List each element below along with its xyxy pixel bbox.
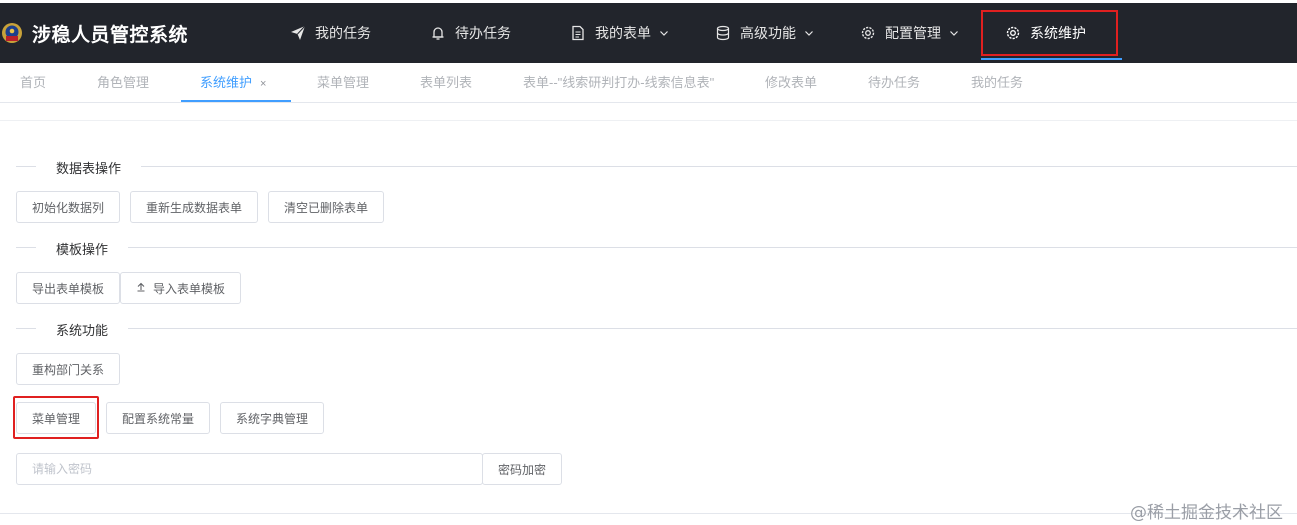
export-template-button[interactable]: 导出表单模板 xyxy=(16,272,120,304)
tab-system-maintenance[interactable]: 系统维护 × xyxy=(200,63,266,103)
active-tab-indicator xyxy=(181,100,291,102)
chevron-down-icon xyxy=(804,28,814,38)
app-title: 涉稳人员管控系统 xyxy=(32,24,189,46)
section-title-data-table: 数据表操作 xyxy=(36,158,142,177)
tab-form-clue[interactable]: 表单--"线索研判打办-线索信息表" xyxy=(523,63,714,103)
section-title-system: 系统功能 xyxy=(36,320,129,339)
tab-my-tasks[interactable]: 我的任务 xyxy=(971,63,1023,103)
highlight-box xyxy=(981,10,1118,56)
nav-label: 我的表单 xyxy=(595,25,651,41)
watermark-text: @稀土掘金技术社区 xyxy=(1130,503,1283,523)
tab-label: 角色管理 xyxy=(97,75,150,90)
send-icon xyxy=(290,25,306,41)
password-input[interactable] xyxy=(17,454,482,484)
tab-form-list[interactable]: 表单列表 xyxy=(420,63,472,103)
tab-home[interactable]: 首页 xyxy=(20,63,46,103)
nav-label: 我的任务 xyxy=(315,25,371,41)
tab-label: 我的任务 xyxy=(971,75,1024,90)
document-icon xyxy=(570,25,586,41)
tab-bar: 首页 角色管理 系统维护 × 菜单管理 表单列表 表单--"线索研判打办-线索信息… xyxy=(0,63,1297,103)
nav-label: 配置管理 xyxy=(885,25,941,41)
tab-edit-form[interactable]: 修改表单 xyxy=(765,63,817,103)
chevron-down-icon xyxy=(659,28,669,38)
police-emblem-icon xyxy=(0,21,24,45)
nav-advanced[interactable]: 高级功能 xyxy=(715,3,814,63)
encrypt-password-button[interactable]: 密码加密 xyxy=(482,453,562,485)
nav-my-tasks[interactable]: 我的任务 xyxy=(290,3,371,63)
section-divider xyxy=(16,328,1297,329)
nav-label: 待办任务 xyxy=(455,25,511,41)
divider xyxy=(0,513,1297,514)
tab-label: 系统维护 xyxy=(200,75,253,90)
app-logo[interactable]: 涉稳人员管控系统 xyxy=(0,3,188,63)
nav-pending-tasks[interactable]: 待办任务 xyxy=(430,3,511,63)
nav-config[interactable]: 配置管理 xyxy=(860,3,959,63)
section-divider xyxy=(16,166,1297,167)
upload-icon xyxy=(136,282,146,295)
init-columns-button[interactable]: 初始化数据列 xyxy=(16,191,120,223)
password-input-wrapper xyxy=(16,453,483,485)
tab-label: 修改表单 xyxy=(765,75,818,90)
nav-my-forms[interactable]: 我的表单 xyxy=(570,3,669,63)
chevron-down-icon xyxy=(949,28,959,38)
regenerate-table-button[interactable]: 重新生成数据表单 xyxy=(130,191,258,223)
tab-label: 首页 xyxy=(20,75,47,90)
nav-active-indicator xyxy=(981,58,1122,60)
button-label: 导入表单模板 xyxy=(152,281,225,296)
tab-label: 待办任务 xyxy=(868,75,921,90)
tab-label: 表单列表 xyxy=(420,75,473,90)
nav-label: 高级功能 xyxy=(740,25,796,41)
close-icon[interactable]: × xyxy=(260,78,266,90)
import-template-button[interactable]: 导入表单模板 xyxy=(120,272,241,304)
clear-deleted-forms-button[interactable]: 清空已删除表单 xyxy=(268,191,384,223)
rebuild-departments-button[interactable]: 重构部门关系 xyxy=(16,353,120,385)
gear-icon xyxy=(860,25,876,41)
tab-label: 表单--"线索研判打办-线索信息表" xyxy=(523,75,715,90)
system-dictionary-button[interactable]: 系统字典管理 xyxy=(220,402,324,434)
system-constants-button[interactable]: 配置系统常量 xyxy=(106,402,210,434)
section-title-template: 模板操作 xyxy=(36,239,129,258)
bell-icon xyxy=(430,25,446,41)
section-divider xyxy=(16,247,1297,248)
tab-menu-management[interactable]: 菜单管理 xyxy=(317,63,369,103)
tab-label: 菜单管理 xyxy=(317,75,370,90)
database-icon xyxy=(715,25,731,41)
tab-role-management[interactable]: 角色管理 xyxy=(97,63,149,103)
highlight-box xyxy=(13,396,99,439)
tab-pending-tasks[interactable]: 待办任务 xyxy=(868,63,920,103)
divider xyxy=(0,120,1297,121)
